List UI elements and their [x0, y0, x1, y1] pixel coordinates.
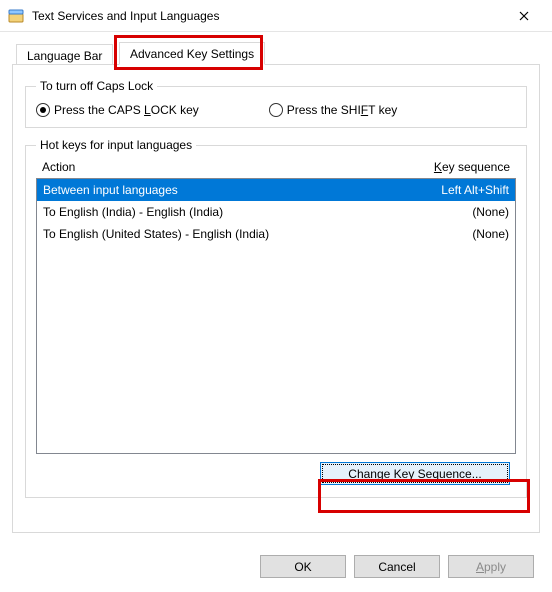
list-item[interactable]: Between input languages Left Alt+Shift [37, 179, 515, 201]
ok-button[interactable]: OK [260, 555, 346, 578]
tab-language-bar[interactable]: Language Bar [16, 44, 113, 65]
capslock-legend: To turn off Caps Lock [36, 79, 157, 93]
list-item-action: To English (India) - English (India) [43, 203, 399, 221]
list-item-action: Between input languages [43, 181, 399, 199]
app-icon [8, 8, 24, 24]
hotkeys-listbox[interactable]: Between input languages Left Alt+Shift T… [36, 178, 516, 454]
list-item-sequence: Left Alt+Shift [399, 181, 509, 199]
list-item[interactable]: To English (India) - English (India) (No… [37, 201, 515, 223]
radio-label: Press the SHIFT key [287, 103, 398, 117]
cancel-button[interactable]: Cancel [354, 555, 440, 578]
radio-caps-lock-key[interactable]: Press the CAPS LOCK key [36, 103, 199, 117]
radio-indicator [269, 103, 283, 117]
capslock-group: To turn off Caps Lock Press the CAPS LOC… [25, 79, 527, 128]
hotkeys-group: Hot keys for input languages Action Key … [25, 138, 527, 498]
tab-strip: Language Bar Advanced Key Settings [12, 42, 540, 65]
list-item[interactable]: To English (United States) - English (In… [37, 223, 515, 245]
radio-shift-key[interactable]: Press the SHIFT key [269, 103, 398, 117]
tab-content: To turn off Caps Lock Press the CAPS LOC… [12, 65, 540, 533]
tab-label: Advanced Key Settings [130, 47, 254, 61]
tab-advanced-key-settings[interactable]: Advanced Key Settings [119, 42, 265, 65]
change-key-row: Change Key Sequence... [36, 462, 510, 485]
hotkeys-legend: Hot keys for input languages [36, 138, 196, 152]
col-action-header: Action [42, 160, 400, 174]
hotkeys-list-header: Action Key sequence [36, 158, 516, 176]
radio-indicator [36, 103, 50, 117]
list-item-sequence: (None) [399, 225, 509, 243]
list-item-action: To English (United States) - English (In… [43, 225, 399, 243]
apply-button[interactable]: Apply [448, 555, 534, 578]
col-sequence-header: Key sequence [400, 160, 510, 174]
list-item-sequence: (None) [399, 203, 509, 221]
titlebar: Text Services and Input Languages [0, 0, 552, 32]
close-button[interactable] [504, 2, 544, 30]
change-key-sequence-button[interactable]: Change Key Sequence... [320, 462, 510, 485]
capslock-radio-row: Press the CAPS LOCK key Press the SHIFT … [36, 103, 516, 117]
tab-label: Language Bar [27, 49, 102, 63]
window-title: Text Services and Input Languages [32, 9, 504, 23]
dialog-button-bar: OK Cancel Apply [260, 555, 534, 578]
radio-label: Press the CAPS LOCK key [54, 103, 199, 117]
